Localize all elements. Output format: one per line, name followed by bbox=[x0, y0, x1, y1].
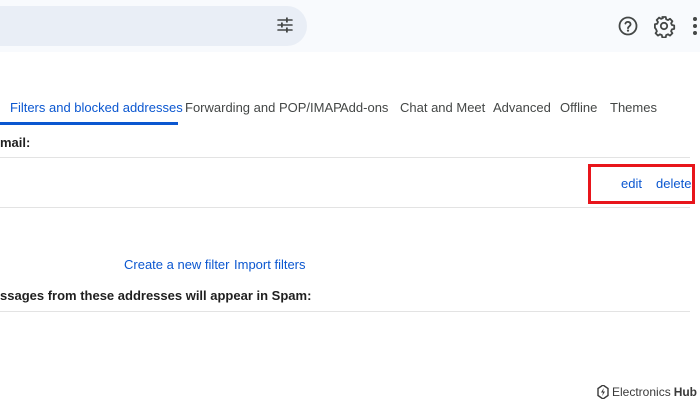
search-bar[interactable] bbox=[0, 6, 307, 46]
tab-offline[interactable]: Offline bbox=[560, 92, 597, 124]
help-icon[interactable] bbox=[616, 14, 640, 38]
divider bbox=[0, 311, 690, 312]
filters-section-heading: mail: bbox=[0, 135, 31, 150]
gmail-settings-page: Filters and blocked addresses Forwarding… bbox=[0, 0, 700, 400]
divider bbox=[0, 157, 690, 158]
import-filters-link[interactable]: Import filters bbox=[234, 257, 306, 272]
watermark-brand: Electronics bbox=[612, 385, 671, 399]
tab-forwarding-and-pop-imap[interactable]: Forwarding and POP/IMAP bbox=[185, 92, 342, 124]
gear-icon[interactable] bbox=[652, 14, 676, 38]
apps-grid-icon[interactable] bbox=[690, 14, 700, 38]
settings-tabs: Filters and blocked addresses Forwarding… bbox=[0, 92, 700, 125]
tune-icon[interactable] bbox=[275, 15, 295, 35]
top-header bbox=[0, 0, 700, 52]
tab-advanced[interactable]: Advanced bbox=[493, 92, 551, 124]
divider bbox=[0, 207, 690, 208]
blocked-section-heading: ssages from these addresses will appear … bbox=[0, 288, 312, 303]
watermark-brand-bold: Hub bbox=[673, 385, 698, 399]
tab-add-ons[interactable]: Add-ons bbox=[340, 92, 388, 124]
create-new-filter-link[interactable]: Create a new filter bbox=[124, 257, 230, 272]
bolt-logo-icon bbox=[597, 385, 609, 399]
highlight-box bbox=[588, 164, 695, 204]
tab-chat-and-meet[interactable]: Chat and Meet bbox=[400, 92, 485, 124]
tab-themes[interactable]: Themes bbox=[610, 92, 657, 124]
tab-filters-and-blocked-addresses[interactable]: Filters and blocked addresses bbox=[0, 92, 183, 125]
watermark-logo: Electronics Hub bbox=[597, 384, 697, 400]
